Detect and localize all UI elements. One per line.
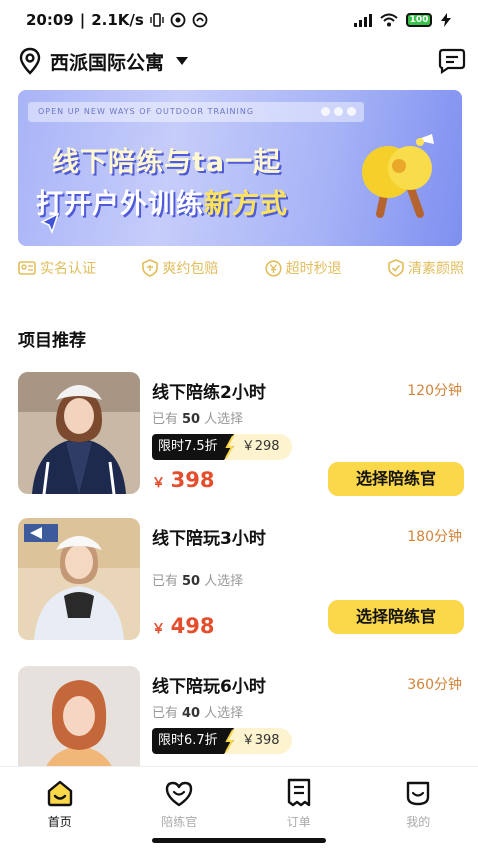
feature-label: 爽约包赔 bbox=[162, 261, 219, 277]
location-selector[interactable]: 西派国际公寓 bbox=[18, 47, 189, 75]
vibrate-icon bbox=[150, 13, 164, 27]
id-card-icon bbox=[18, 261, 36, 275]
battery-icon: 100 bbox=[406, 13, 432, 27]
cursor-icon bbox=[40, 212, 60, 235]
trainer-photo bbox=[18, 372, 140, 494]
select-trainer-button[interactable]: 选择陪练官 bbox=[328, 600, 464, 634]
product-name: 线下陪玩3小时 bbox=[152, 529, 266, 549]
section-title: 项目推荐 bbox=[18, 331, 86, 351]
status-time: 20:09 bbox=[26, 11, 74, 29]
tab-label: 陪练官 bbox=[161, 815, 198, 829]
feature-real-name: 实名认证 bbox=[18, 258, 96, 278]
status-network-speed: 2.1K/s bbox=[91, 11, 144, 29]
location-pin-icon bbox=[19, 47, 41, 75]
trainer-photo bbox=[18, 518, 140, 640]
banner-headline-1: 线下陪练与ta一起 bbox=[52, 147, 282, 178]
feature-no-makeup-photo: 清素颜照 bbox=[388, 258, 464, 278]
product-duration: 360分钟 bbox=[407, 677, 462, 693]
ping-pong-paddle-icon bbox=[362, 134, 434, 218]
banner-caption: OPEN UP NEW WAYS OF OUTDOOR TRAINING bbox=[38, 107, 255, 116]
product-duration: 120分钟 bbox=[407, 383, 462, 399]
banner-headline-2: 打开户外训练新方式 bbox=[36, 189, 288, 220]
feature-timeout-refund: 超时秒退 bbox=[265, 258, 342, 278]
lightning-icon bbox=[223, 434, 238, 460]
signal-icon bbox=[354, 13, 372, 27]
chosen-count: 已有 50 人选择 bbox=[152, 574, 244, 589]
chevron-down-icon bbox=[176, 57, 189, 65]
discount-badge: 限时6.7折 ￥398 bbox=[152, 728, 292, 754]
receipt-icon bbox=[287, 778, 310, 807]
product-name: 线下陪玩6小时 bbox=[152, 677, 266, 697]
tab-label: 首页 bbox=[47, 815, 72, 829]
product-name: 线下陪练2小时 bbox=[152, 383, 266, 403]
banner-top-strip: OPEN UP NEW WAYS OF OUTDOOR TRAINING bbox=[28, 102, 364, 122]
app-header: 西派国际公寓 bbox=[18, 42, 466, 80]
original-price: ￥298 bbox=[237, 434, 292, 460]
discount-badge: 限时7.5折 ￥298 bbox=[152, 434, 292, 460]
tab-profile[interactable]: 我的 bbox=[359, 767, 478, 850]
chosen-count: 已有 50 人选择 bbox=[152, 412, 244, 427]
shield-icon bbox=[142, 259, 159, 277]
location-name: 西派国际公寓 bbox=[50, 51, 165, 74]
heart-smile-icon bbox=[166, 781, 193, 807]
discount-tag: 限时6.7折 bbox=[152, 728, 224, 754]
product-price: ￥ 398 bbox=[152, 468, 215, 492]
message-icon[interactable] bbox=[438, 48, 466, 74]
profile-smile-icon bbox=[407, 781, 430, 806]
yen-coin-icon bbox=[265, 259, 282, 277]
app-notify-icon bbox=[170, 12, 186, 28]
select-trainer-button[interactable]: 选择陪练官 bbox=[328, 462, 464, 496]
feature-label: 实名认证 bbox=[40, 261, 96, 277]
product-duration: 180分钟 bbox=[407, 529, 462, 545]
chosen-count: 已有 40 人选择 bbox=[152, 706, 244, 721]
feature-label: 超时秒退 bbox=[285, 261, 342, 277]
product-card[interactable]: 线下陪练2小时 120分钟 已有 50 人选择 限时7.5折 ￥298 ￥ 398 … bbox=[18, 372, 464, 496]
app-notify-icon-2 bbox=[192, 12, 208, 28]
feature-badges: 实名认证 爽约包赔 超时秒退 清素颜照 bbox=[18, 258, 464, 278]
lightning-icon bbox=[223, 728, 238, 754]
wifi-icon bbox=[380, 13, 398, 27]
product-price: ￥ 498 bbox=[152, 614, 215, 638]
shield-check-icon bbox=[388, 259, 404, 277]
tab-label: 我的 bbox=[406, 815, 431, 829]
feature-label: 清素颜照 bbox=[407, 261, 464, 277]
status-divider: | bbox=[79, 11, 86, 29]
tab-label: 订单 bbox=[286, 815, 311, 829]
charging-icon bbox=[441, 13, 451, 27]
feature-no-show-compensation: 爽约包赔 bbox=[142, 258, 218, 278]
discount-tag: 限时7.5折 bbox=[152, 434, 224, 460]
banner-window-dots bbox=[321, 107, 356, 116]
tab-home[interactable]: 首页 bbox=[0, 767, 120, 850]
home-icon bbox=[47, 780, 72, 807]
home-indicator[interactable] bbox=[152, 838, 326, 843]
product-card[interactable]: 线下陪玩3小时 180分钟 已有 50 人选择 ￥ 498 选择陪练官 bbox=[18, 518, 464, 642]
status-bar: 20:09 | 2.1K/s 100 bbox=[0, 0, 478, 40]
original-price: ￥398 bbox=[237, 728, 292, 754]
promo-banner[interactable]: OPEN UP NEW WAYS OF OUTDOOR TRAINING 线下陪… bbox=[18, 90, 462, 246]
